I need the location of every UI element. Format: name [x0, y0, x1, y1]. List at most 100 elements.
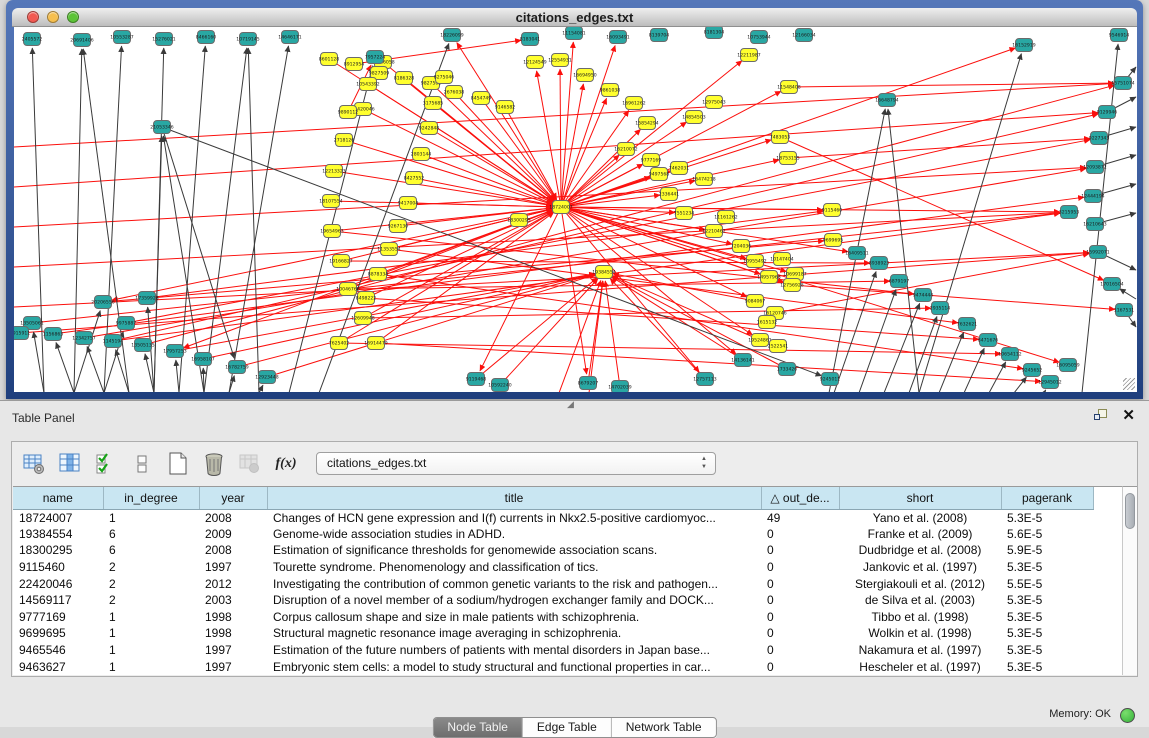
network-node[interactable]: 8466160 — [196, 31, 217, 44]
table-row[interactable]: 911546021997Tourette syndrome. Phenomeno… — [13, 559, 1093, 576]
network-node[interactable]: 11161262 — [714, 211, 737, 224]
network-node[interactable]: 12342757 — [72, 332, 95, 345]
panel-splitter-handle[interactable]: ◢ — [567, 399, 574, 410]
network-node[interactable]: 3915911 — [14, 327, 30, 340]
network-node[interactable]: 2336441 — [659, 188, 680, 201]
network-node[interactable]: 8183041 — [520, 33, 541, 46]
network-node[interactable]: 8139704 — [649, 29, 670, 42]
network-node[interactable]: 18724007 — [549, 201, 572, 214]
network-node[interactable]: 19166827 — [329, 255, 352, 268]
network-node[interactable]: 9417004 — [398, 197, 419, 210]
network-node[interactable]: 9227343 — [1089, 132, 1110, 145]
network-node[interactable]: 15751074 — [1111, 77, 1134, 90]
network-node[interactable]: 15992071 — [1086, 246, 1109, 259]
select-all-columns-icon[interactable] — [94, 452, 118, 476]
network-node[interactable]: 9497568 — [649, 168, 670, 181]
column-header-short[interactable]: short — [839, 487, 1001, 509]
network-node[interactable]: 18226099 — [440, 29, 463, 42]
show-columns-icon[interactable] — [58, 452, 82, 476]
network-node[interactable]: 9699695 — [823, 234, 844, 247]
network-node[interactable]: 1733426 — [777, 363, 798, 376]
network-node[interactable]: 7957224 — [365, 51, 386, 64]
network-node[interactable]: 12213323 — [322, 165, 345, 178]
table-row[interactable]: 946554611997Estimation of the future num… — [13, 642, 1093, 659]
network-node[interactable]: 16782759 — [225, 361, 248, 374]
close-panel-icon[interactable]: ✕ — [1122, 409, 1135, 423]
network-node[interactable]: 10753944 — [747, 31, 770, 44]
network-node[interactable]: 14702039 — [608, 381, 631, 393]
network-node[interactable]: 2522541 — [768, 340, 789, 353]
table-row[interactable]: 977716911998Corpus callosum shape and si… — [13, 609, 1093, 626]
network-node[interactable]: 19384554 — [592, 266, 615, 279]
network-node[interactable]: 8912954 — [344, 58, 365, 71]
table-row[interactable]: 946362711997Embryonic stem cells: a mode… — [13, 658, 1093, 675]
network-node[interactable]: 10592240 — [488, 379, 511, 392]
network-node[interactable]: 17359928 — [135, 292, 158, 305]
network-node[interactable]: 16210072 — [614, 143, 637, 156]
network-node[interactable]: 12166034 — [792, 29, 815, 42]
network-node[interactable]: 8186328 — [394, 72, 415, 85]
network-node[interactable]: 3215953 — [1059, 206, 1080, 219]
network-node[interactable]: 9084067 — [745, 295, 766, 308]
network-node[interactable]: 2405572 — [22, 33, 43, 46]
network-node[interactable]: 9242848 — [419, 122, 440, 135]
network-node[interactable]: 10654112 — [998, 348, 1021, 361]
network-node[interactable]: 12975043 — [702, 96, 725, 109]
network-node[interactable]: 7204036 — [731, 240, 752, 253]
new-table-icon[interactable] — [166, 452, 190, 476]
scrollbar-thumb[interactable] — [1125, 493, 1135, 529]
network-node[interactable]: 16914479 — [364, 337, 387, 350]
table-row[interactable]: 1938455462009Genome-wide association stu… — [13, 526, 1093, 543]
network-node[interactable]: 12124549 — [523, 56, 546, 69]
network-node[interactable]: 2935114 — [930, 302, 951, 315]
table-row[interactable]: 969969511998Structural magnetic resonanc… — [13, 625, 1093, 642]
column-header-in_degree[interactable]: in_degree — [103, 487, 199, 509]
delete-attributes-icon[interactable] — [202, 452, 226, 476]
table-row[interactable]: 1872400712008Changes of HCN gene express… — [13, 509, 1093, 526]
network-node[interactable]: 9546914 — [1109, 29, 1130, 42]
network-node[interactable]: 16958107 — [191, 353, 214, 366]
network-node[interactable]: 9146582 — [495, 101, 516, 114]
network-node[interactable]: 9975887 — [116, 317, 137, 330]
network-node[interactable]: 15854294 — [635, 117, 658, 130]
network-canvas[interactable]: 1872400786011288912954182260589827509105… — [14, 27, 1137, 392]
network-node[interactable]: 16474218 — [692, 173, 715, 186]
network-node[interactable]: 12609948 — [351, 312, 374, 325]
network-node[interactable]: 12210462 — [702, 225, 725, 238]
network-node[interactable]: 13505135 — [131, 339, 154, 352]
network-node[interactable]: 10147404 — [770, 253, 793, 266]
network-node[interactable]: 9245011 — [820, 373, 841, 386]
network-node[interactable]: 10553287 — [110, 31, 133, 44]
network-node[interactable]: 8427552 — [404, 172, 425, 185]
network-node[interactable]: 17016504 — [1100, 278, 1123, 291]
network-node[interactable]: 12444194 — [1081, 190, 1104, 203]
network-node[interactable]: 9245652 — [1022, 364, 1043, 377]
network-node[interactable]: 14136141 — [731, 354, 754, 367]
network-node[interactable]: 16093491 — [606, 31, 629, 44]
network-node[interactable]: 9861038 — [600, 84, 621, 97]
network-node[interactable]: 12756928 — [780, 279, 803, 292]
network-node[interactable]: 11353554 — [377, 243, 400, 256]
network-node[interactable]: 20691406 — [70, 34, 93, 47]
network-node[interactable]: 17957253 — [163, 345, 186, 358]
network-node[interactable]: 14646171 — [278, 31, 301, 44]
table-row[interactable]: 1456911722003Disruption of a novel membe… — [13, 592, 1093, 609]
network-node[interactable]: 20206556 — [91, 296, 114, 309]
network-node[interactable]: 18300295 — [507, 214, 530, 227]
network-node[interactable]: 8181304 — [704, 27, 725, 39]
network-node[interactable]: 8454749 — [471, 92, 492, 105]
network-node[interactable]: 6879197 — [889, 275, 910, 288]
network-node[interactable]: 11548408 — [777, 81, 800, 94]
network-node[interactable]: 12554931 — [548, 54, 571, 67]
network-node[interactable]: 1145194 — [103, 335, 124, 348]
network-node[interactable]: 16648794 — [875, 94, 898, 107]
network-node[interactable]: 18753155 — [776, 152, 799, 165]
network-node[interactable]: 9119468 — [466, 373, 487, 386]
network-node[interactable]: 10955492 — [743, 255, 766, 268]
network-node[interactable]: 1615132 — [757, 316, 778, 329]
network-node[interactable]: 7632621 — [957, 318, 978, 331]
resize-grip[interactable] — [1123, 378, 1135, 390]
network-node[interactable]: 18107554 — [319, 195, 342, 208]
memory-status-indicator[interactable] — [1120, 708, 1135, 723]
network-node[interactable]: 8498222 — [356, 292, 377, 305]
